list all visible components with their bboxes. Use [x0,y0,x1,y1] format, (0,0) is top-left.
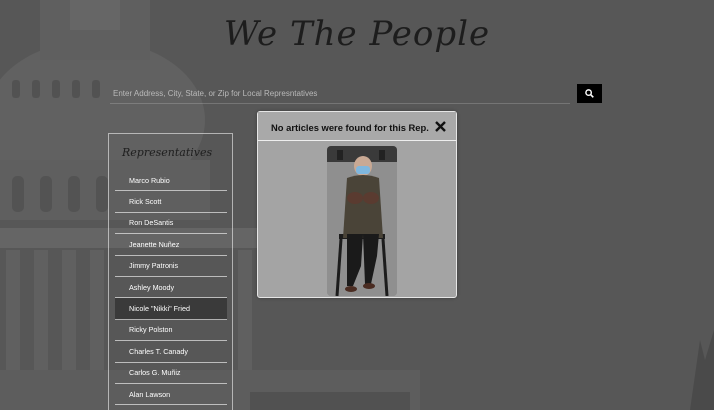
rep-item-label: Nicole "Nikki" Fried [129,304,191,314]
close-icon [435,121,446,132]
rep-item-jeanette-nunez[interactable]: Jeanette Nuñez [115,234,227,256]
rep-item-marco-rubio[interactable]: Marco Rubio [115,170,227,192]
search-bar [110,84,602,104]
rep-item-label: Alan Lawson [129,389,171,399]
rep-item-label: Ricky Polston [129,325,173,335]
rep-item-rick-scott[interactable]: Rick Scott [115,191,227,213]
rep-item-label: Rick Scott [129,197,162,207]
rep-modal: No articles were found for this Rep. [257,111,457,298]
search-icon [585,89,594,98]
rep-item-jimmy-patronis[interactable]: Jimmy Patronis [115,256,227,277]
rep-item-label: Ashley Moody [129,282,175,292]
representatives-list: Marco Rubio Rick Scott Ron DeSantis Jean… [115,170,227,406]
search-input[interactable] [110,84,570,104]
rep-item-ashley-moody[interactable]: Ashley Moody [115,277,227,299]
rep-item-label: Carlos G. Muñiz [129,368,181,378]
rep-item-label: Charles T. Canady [129,346,188,356]
modal-close-button[interactable] [434,120,447,133]
representatives-panel: Representatives Marco Rubio Rick Scott R… [108,133,233,410]
representative-photo [327,146,397,296]
rep-item-ron-desantis[interactable]: Ron DeSantis [115,213,227,235]
search-button[interactable] [577,84,602,103]
rep-item-label: Ron DeSantis [129,218,174,228]
rep-item-label: Jimmy Patronis [129,261,179,271]
rep-item-alan-lawson[interactable]: Alan Lawson [115,384,227,406]
rep-item-label: Jeanette Nuñez [129,239,180,249]
rep-item-charles-canady[interactable]: Charles T. Canady [115,341,227,363]
rep-item-carlos-muniz[interactable]: Carlos G. Muñiz [115,363,227,384]
modal-message: No articles were found for this Rep. [271,122,429,133]
site-title: We The People [223,14,491,54]
representatives-heading: Representatives [122,146,213,159]
rep-item-ricky-polston[interactable]: Ricky Polston [115,320,227,342]
modal-header: No articles were found for this Rep. [258,112,456,141]
rep-item-label: Marco Rubio [129,175,170,185]
rep-item-nikki-fried[interactable]: Nicole "Nikki" Fried [115,298,227,320]
